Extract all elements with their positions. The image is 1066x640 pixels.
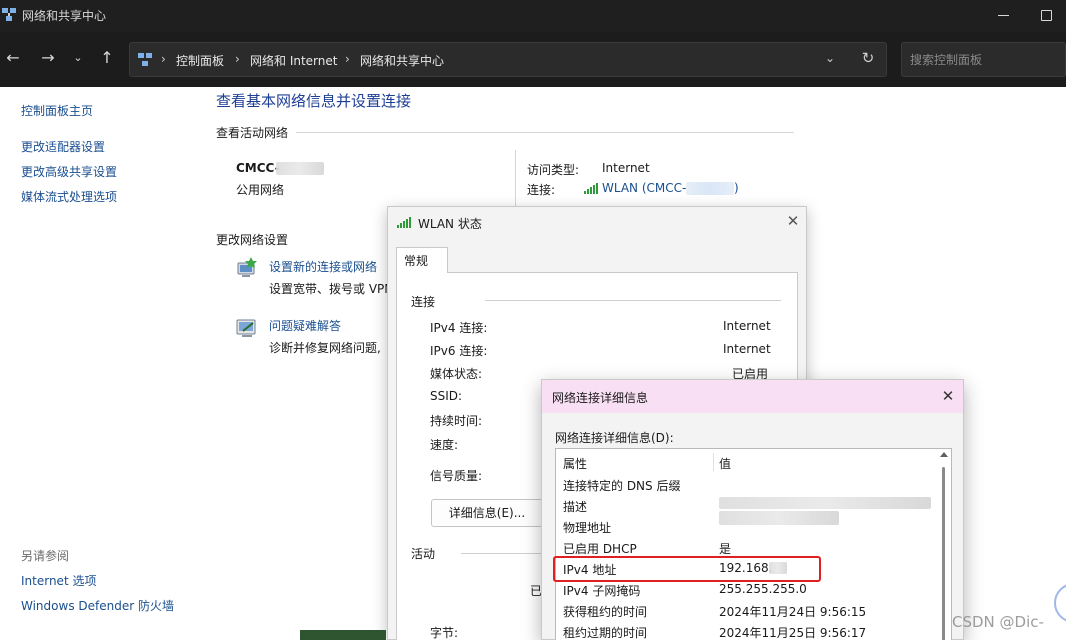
redacted-physical-address xyxy=(719,511,839,525)
wlan-connection-link-end[interactable]: ) xyxy=(734,181,739,195)
page-title: 查看基本网络信息并设置连接 xyxy=(216,92,412,110)
network-type: 公用网络 xyxy=(236,183,285,197)
watermark: CSDN @Dic- xyxy=(952,613,1044,631)
property-cell: 描述 xyxy=(563,500,588,514)
search-box[interactable] xyxy=(901,42,1066,77)
property-cell: 已启用 DHCP xyxy=(563,542,637,556)
tab-general[interactable]: 常规 xyxy=(396,247,448,273)
property-cell: 连接特定的 DNS 后缀 xyxy=(563,479,681,493)
speed-label: 速度: xyxy=(430,438,459,452)
wifi-signal-icon xyxy=(584,183,598,194)
details-button[interactable]: 详细信息(E)... xyxy=(431,499,543,527)
media-state-label: 媒体状态: xyxy=(430,367,483,381)
network-center-icon xyxy=(2,8,16,21)
title-bar: 网络和共享中心 xyxy=(0,0,1066,32)
sidebar-link-windows-defender-firewall[interactable]: Windows Defender 防火墙 xyxy=(21,597,174,614)
chevron-right-icon: › xyxy=(235,52,240,66)
sidebar-link-advanced-sharing[interactable]: 更改高级共享设置 xyxy=(21,163,117,180)
property-cell: 获得租约的时间 xyxy=(563,605,648,619)
redacted-network-name xyxy=(276,162,324,175)
redacted-description xyxy=(719,497,931,509)
forward-arrow-icon[interactable]: → xyxy=(36,46,60,70)
task-setup-connection-desc: 设置宽带、拨号或 VPN xyxy=(269,282,394,296)
column-header-value[interactable]: 值 xyxy=(719,455,731,472)
sidebar-link-control-panel-home[interactable]: 控制面板主页 xyxy=(21,102,93,119)
address-bar[interactable]: › 控制面板 › 网络和 Internet › 网络和共享中心 ⌄ ↻ xyxy=(129,42,887,77)
access-type-label: 访问类型: xyxy=(527,163,580,177)
close-icon[interactable]: ✕ xyxy=(784,212,802,230)
chevron-down-icon[interactable]: ⌄ xyxy=(822,51,838,67)
ipv4-highlight-box xyxy=(553,556,821,582)
decorative-ring xyxy=(1054,583,1066,623)
ssid-label: SSID: xyxy=(430,389,463,403)
see-also-heading: 另请参阅 xyxy=(21,549,70,563)
access-type-value: Internet xyxy=(602,161,650,175)
dialog-header: 网络连接详细信息 ✕ xyxy=(542,380,963,413)
divider xyxy=(485,300,781,301)
bytes-label: 字节: xyxy=(430,626,459,640)
divider-vertical xyxy=(515,150,516,206)
duration-label: 持续时间: xyxy=(430,414,483,428)
redacted-ssid xyxy=(686,182,734,195)
ipv4-connectivity-value: Internet xyxy=(723,319,771,333)
refresh-icon[interactable]: ↻ xyxy=(858,49,878,69)
task-troubleshoot-desc: 诊断并修复网络问题, xyxy=(269,341,381,355)
control-panel-icon xyxy=(138,53,152,66)
dialog-title: 网络连接详细信息 xyxy=(552,391,649,405)
breadcrumb-network-sharing-center[interactable]: 网络和共享中心 xyxy=(360,52,444,69)
property-cell: 租约过期的时间 xyxy=(563,626,648,640)
column-header-property[interactable]: 属性 xyxy=(563,455,587,472)
value-cell: 是 xyxy=(719,542,732,556)
sidebar-link-internet-options[interactable]: Internet 选项 xyxy=(21,572,96,589)
new-connection-icon xyxy=(237,257,257,277)
scroll-up-icon[interactable] xyxy=(940,452,948,457)
chevron-right-icon: › xyxy=(161,52,166,66)
details-list-label: 网络连接详细信息(D): xyxy=(555,431,674,445)
sidebar-link-change-adapter-settings[interactable]: 更改适配器设置 xyxy=(21,138,105,155)
background-strip xyxy=(300,630,386,640)
ipv6-connectivity-value: Internet xyxy=(723,342,771,356)
change-settings-heading: 更改网络设置 xyxy=(216,233,289,247)
property-cell: IPv4 子网掩码 xyxy=(563,584,641,598)
chevron-right-icon: › xyxy=(345,52,350,66)
scrollbar-thumb[interactable] xyxy=(942,467,945,640)
signal-quality-label: 信号质量: xyxy=(430,469,483,483)
activity-section-label: 活动 xyxy=(411,547,436,561)
tab-general-label: 常规 xyxy=(404,254,429,268)
connection-section-label: 连接 xyxy=(411,295,436,309)
search-input[interactable] xyxy=(910,51,1060,69)
vertical-scrollbar[interactable] xyxy=(936,449,952,640)
close-icon[interactable]: ✕ xyxy=(939,387,957,405)
divider xyxy=(296,132,794,133)
value-cell: 255.255.255.0 xyxy=(719,582,807,596)
value-cell: 2024年11月24日 9:56:15 xyxy=(719,605,867,619)
column-divider xyxy=(713,453,714,471)
maximize-button[interactable] xyxy=(1036,6,1056,26)
network-name: CMCC- xyxy=(236,161,280,175)
active-networks-heading: 查看活动网络 xyxy=(216,126,289,140)
up-arrow-icon[interactable]: ↑ xyxy=(95,46,119,70)
dialog-title: WLAN 状态 xyxy=(418,217,482,231)
divider xyxy=(461,553,551,554)
recent-locations-chevron-icon[interactable]: ⌄ xyxy=(66,46,90,70)
task-troubleshoot-link[interactable]: 问题疑难解答 xyxy=(269,317,341,334)
sidebar-link-media-streaming[interactable]: 媒体流式处理选项 xyxy=(21,188,117,205)
ipv6-connectivity-label: IPv6 连接: xyxy=(430,344,488,358)
window-title: 网络和共享中心 xyxy=(22,9,107,23)
ipv4-connectivity-label: IPv4 连接: xyxy=(430,321,488,335)
details-list[interactable]: 属性 值 连接特定的 DNS 后缀 描述 物理地址 已启用 DHCP 是 IPv… xyxy=(555,448,952,640)
value-cell: 2024年11月25日 9:56:17 xyxy=(719,626,867,640)
back-arrow-icon[interactable]: ← xyxy=(1,46,25,70)
navigation-bar: ← → ⌄ ↑ › 控制面板 › 网络和 Internet › 网络和共享中心 … xyxy=(0,32,1066,87)
network-details-dialog: 网络连接详细信息 ✕ 网络连接详细信息(D): 属性 值 连接特定的 DNS 后… xyxy=(541,379,964,640)
wlan-connection-link[interactable]: WLAN (CMCC- xyxy=(602,181,686,195)
wifi-signal-icon xyxy=(397,217,411,228)
task-setup-connection-link[interactable]: 设置新的连接或网络 xyxy=(269,258,377,275)
troubleshoot-icon xyxy=(236,319,256,337)
breadcrumb-network-internet[interactable]: 网络和 Internet xyxy=(250,52,337,69)
property-cell: 物理地址 xyxy=(563,521,612,535)
minimize-button[interactable] xyxy=(994,6,1014,26)
connections-label: 连接: xyxy=(527,183,556,197)
breadcrumb-control-panel[interactable]: 控制面板 xyxy=(176,52,224,69)
